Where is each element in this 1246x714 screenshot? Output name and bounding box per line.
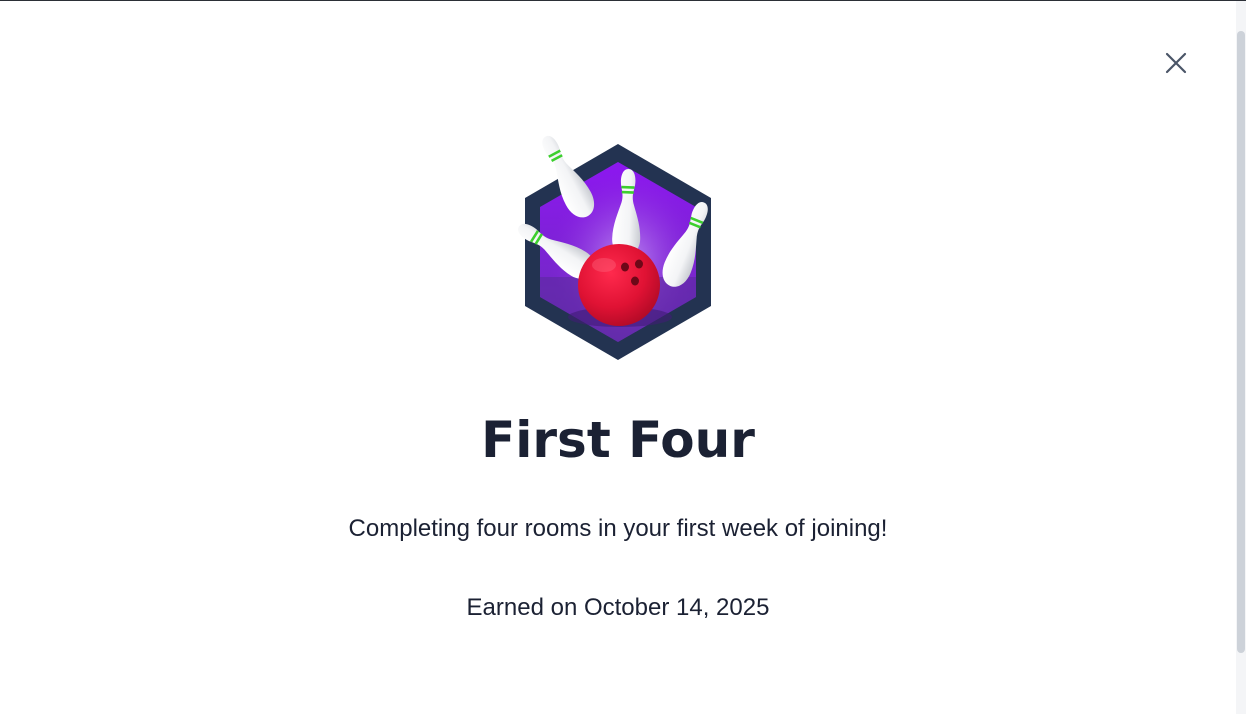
scrollbar-track[interactable]: [1236, 1, 1246, 714]
page-viewport: First Four Completing four rooms in your…: [0, 0, 1246, 714]
close-icon: [1165, 52, 1187, 74]
badge-description: Completing four rooms in your first week…: [348, 515, 888, 542]
earned-date: Earned on October 14, 2025: [466, 594, 770, 621]
close-button[interactable]: [1156, 43, 1196, 83]
badge-title: First Four: [481, 411, 755, 469]
bowling-strike-badge-icon: [518, 135, 711, 360]
scrollbar-thumb[interactable]: [1237, 31, 1245, 653]
badge-modal: First Four Completing four rooms in your…: [0, 1, 1236, 714]
